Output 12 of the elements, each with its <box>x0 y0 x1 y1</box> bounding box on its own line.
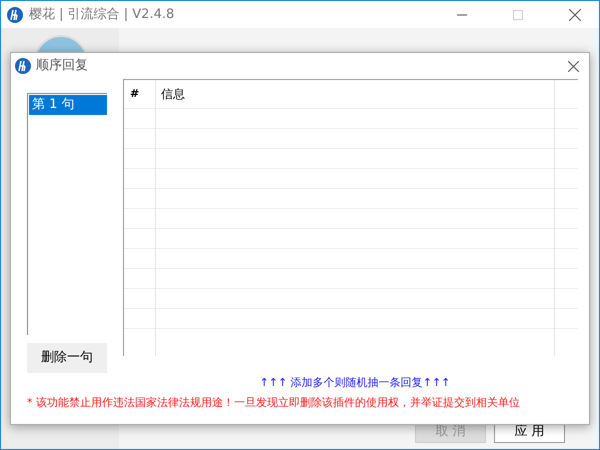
close-icon[interactable] <box>568 60 579 72</box>
column-header[interactable]: # <box>124 86 155 102</box>
window-title: 樱花 | 引流综合 | V2.4.8 <box>29 6 174 24</box>
logo-icon <box>7 6 23 22</box>
list-item[interactable]: 第 1 句 <box>29 95 107 115</box>
dialog-title: 顺序回复 <box>36 57 88 76</box>
logo-icon <box>15 58 31 74</box>
hint-text: ↑↑↑ 添加多个则随机抽一条回复↑↑↑ <box>260 375 450 391</box>
column-header[interactable]: 信息 <box>156 80 555 108</box>
delete-button[interactable]: 删除一句 <box>27 343 107 373</box>
warning-text: * 该功能禁止用作违法国家法律法规用途！一旦发现立即删除该插件的使用权，并举证提交到相关单位 <box>27 394 521 410</box>
close-icon[interactable] <box>569 8 581 20</box>
